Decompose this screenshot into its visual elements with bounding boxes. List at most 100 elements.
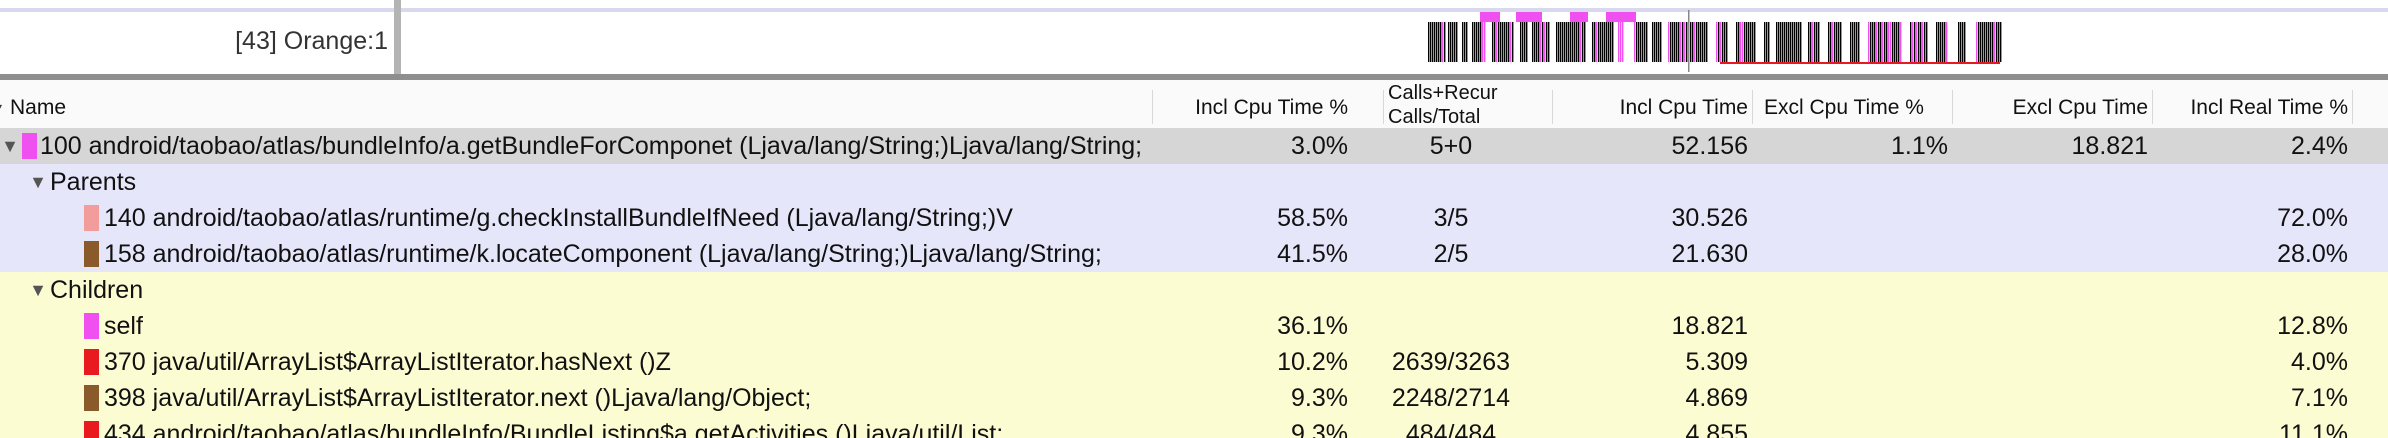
column-divider bbox=[1152, 90, 1153, 124]
trace-bar bbox=[1602, 22, 1604, 62]
trace-bar bbox=[1922, 22, 1924, 62]
trace-bar bbox=[1898, 22, 1900, 62]
column-calls[interactable]: Calls+Recur Calls/Total bbox=[1388, 80, 1548, 128]
incl-cpu-value: 30.526 bbox=[1671, 204, 1748, 232]
trace-bar bbox=[1926, 22, 1928, 62]
column-excl-cpu[interactable]: Excl Cpu Time bbox=[1956, 80, 2148, 128]
method-trace-graph[interactable] bbox=[1420, 10, 2120, 72]
trace-bar bbox=[1476, 22, 1478, 62]
trace-bar bbox=[1498, 22, 1500, 62]
trace-bar bbox=[1640, 22, 1642, 62]
trace-bar bbox=[1660, 22, 1662, 62]
parents-group-label: Parents bbox=[50, 168, 137, 196]
column-divider bbox=[2352, 90, 2353, 124]
trace-bar bbox=[1606, 22, 1608, 62]
trace-bar bbox=[1492, 22, 1494, 62]
calls-value bbox=[1388, 308, 1514, 344]
trace-bar bbox=[1782, 22, 1784, 62]
trace-bar bbox=[1512, 22, 1514, 62]
trace-bar bbox=[1582, 22, 1584, 62]
method-name-cell: 370 java/util/ArrayList$ArrayListIterato… bbox=[0, 344, 1150, 380]
trace-bar bbox=[1884, 22, 1886, 62]
trace-bar bbox=[1500, 22, 1502, 62]
trace-bar bbox=[1792, 22, 1794, 62]
trace-bar bbox=[1818, 22, 1820, 62]
trace-bar bbox=[1452, 22, 1454, 62]
column-incl-real-pct[interactable]: Incl Real Time % bbox=[2156, 80, 2348, 128]
trace-bar bbox=[1988, 22, 1990, 62]
trace-bar bbox=[1808, 22, 1810, 62]
timeline-splitter[interactable] bbox=[394, 0, 401, 74]
parent-method-row[interactable]: 140 android/taobao/atlas/runtime/g.check… bbox=[0, 200, 2388, 236]
trace-bar bbox=[1754, 22, 1756, 62]
column-name[interactable]: Name bbox=[10, 80, 1150, 128]
trace-bar bbox=[1678, 22, 1680, 62]
child-method-row[interactable]: 398 java/util/ArrayList$ArrayListIterato… bbox=[0, 380, 2388, 416]
excl-cpu-pct-value: 1.1% bbox=[1891, 132, 1948, 160]
child-method-row[interactable]: 370 java/util/ArrayList$ArrayListIterato… bbox=[0, 344, 2388, 380]
trace-bar bbox=[1786, 22, 1788, 62]
selected-method-row[interactable]: ▼ 100 android/taobao/atlas/bundleInfo/a.… bbox=[0, 128, 2388, 164]
trace-bar bbox=[1890, 22, 1892, 62]
trace-bar bbox=[1642, 22, 1644, 62]
trace-bar bbox=[1674, 22, 1676, 62]
incl-real-pct-value: 7.1% bbox=[2291, 384, 2348, 412]
trace-bar bbox=[1522, 22, 1524, 62]
trace-bar bbox=[1618, 22, 1620, 62]
column-excl-cpu-pct[interactable]: Excl Cpu Time % bbox=[1764, 80, 1964, 128]
trace-bar bbox=[1536, 22, 1538, 62]
trace-bar bbox=[1560, 22, 1562, 62]
trace-bar bbox=[1876, 22, 1878, 62]
trace-bar bbox=[1694, 22, 1696, 62]
trace-bar bbox=[1892, 22, 1894, 62]
trace-bar bbox=[1938, 22, 1940, 62]
trace-bar bbox=[1886, 22, 1888, 62]
trace-bar bbox=[1896, 22, 1898, 62]
trace-bar bbox=[1672, 22, 1674, 62]
trace-cursor[interactable] bbox=[1688, 10, 1690, 72]
trace-bar bbox=[1610, 22, 1612, 62]
collapse-triangle-icon[interactable]: ▼ bbox=[28, 272, 48, 308]
incl-real-pct-value: 72.0% bbox=[2277, 204, 2348, 232]
trace-bar bbox=[1638, 22, 1640, 62]
trace-bar bbox=[1702, 22, 1704, 62]
trace-bar bbox=[1982, 22, 1984, 62]
trace-bar bbox=[1726, 22, 1728, 62]
trace-highlight bbox=[1480, 12, 1500, 22]
trace-bar bbox=[1936, 22, 1938, 62]
trace-bar bbox=[1544, 22, 1546, 62]
trace-highlight bbox=[1606, 12, 1636, 22]
incl-real-pct-value: 4.0% bbox=[2291, 348, 2348, 376]
column-incl-cpu-pct[interactable]: Incl Cpu Time % bbox=[1156, 80, 1348, 128]
trace-bar bbox=[1442, 22, 1444, 62]
incl-real-pct-value: 12.8% bbox=[2277, 312, 2348, 340]
column-incl-cpu[interactable]: Incl Cpu Time bbox=[1556, 80, 1748, 128]
child-method-row[interactable]: self 36.1% 18.821 12.8% bbox=[0, 308, 2388, 344]
trace-bar bbox=[1716, 22, 1718, 62]
incl-cpu-pct-value: 36.1% bbox=[1277, 312, 1348, 340]
trace-bar bbox=[1556, 22, 1558, 62]
trace-bar bbox=[1750, 22, 1752, 62]
trace-bar bbox=[1748, 22, 1750, 62]
trace-bar bbox=[1562, 22, 1564, 62]
child-method-row[interactable]: 434 android/taobao/atlas/bundleInfo/Bund… bbox=[0, 416, 2388, 438]
trace-bar bbox=[1958, 22, 1960, 62]
trace-bar bbox=[1464, 22, 1466, 62]
trace-bar bbox=[1796, 22, 1798, 62]
trace-bar bbox=[1644, 22, 1646, 62]
method-name: 370 java/util/ArrayList$ArrayListIterato… bbox=[104, 348, 671, 376]
trace-bar bbox=[2000, 22, 2002, 62]
trace-bar bbox=[1506, 22, 1508, 62]
trace-bar bbox=[1608, 22, 1610, 62]
children-group-row[interactable]: ▼ Children bbox=[0, 272, 2388, 308]
trace-bar bbox=[1484, 22, 1486, 62]
collapse-triangle-icon[interactable]: ▼ bbox=[28, 164, 48, 200]
method-name-cell: self bbox=[0, 308, 1150, 344]
trace-bar bbox=[1480, 22, 1482, 62]
trace-bar bbox=[1444, 22, 1446, 62]
parents-group-row[interactable]: ▼ Parents bbox=[0, 164, 2388, 200]
trace-bar bbox=[1854, 22, 1856, 62]
trace-bar bbox=[1940, 22, 1942, 62]
parent-method-row[interactable]: 158 android/taobao/atlas/runtime/k.locat… bbox=[0, 236, 2388, 272]
trace-bar bbox=[1520, 22, 1522, 62]
